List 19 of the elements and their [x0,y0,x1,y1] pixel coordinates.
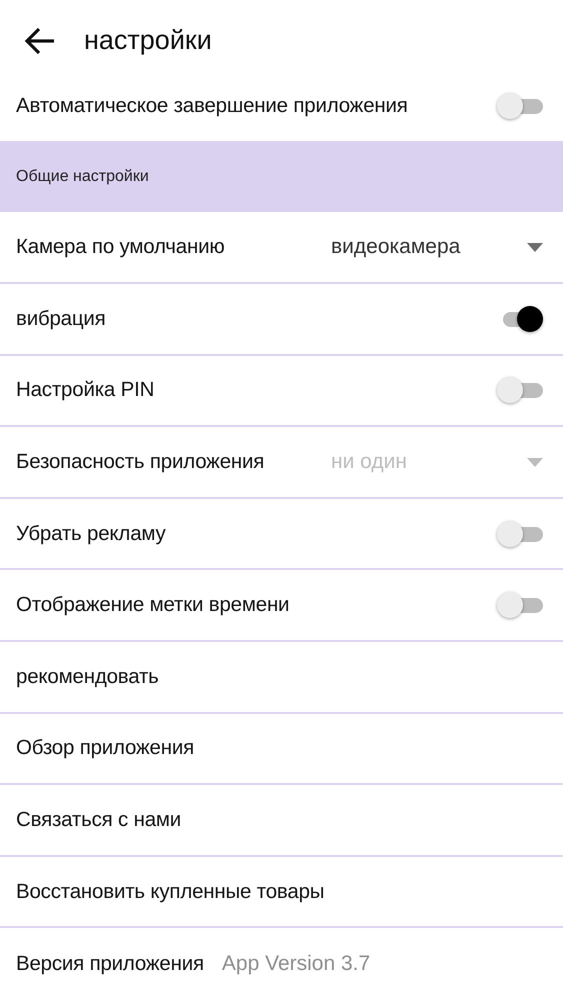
version-text: App Version 3.7 [222,952,370,976]
menu-item[interactable]: Восстановить купленные товары [16,880,324,904]
caret-icon [527,242,543,252]
setting-label: вибрация [16,306,106,331]
menu-item[interactable]: рекомендовать [16,664,159,689]
setting-label: Безопасность приложения [16,450,264,474]
setting-label: Настройка PIN [16,378,154,402]
setting-label: Автоматическое завершение приложения [16,94,408,118]
menu-item[interactable]: Связаться с нами [16,808,182,832]
caret-icon [527,458,543,467]
section-title: Общие настройки [16,168,149,186]
setting-label: Камера по умолчанию [16,235,225,260]
dropdown[interactable]: видеокамера [331,235,545,260]
page-title: настройки [84,25,212,56]
setting-label: Версия приложения [16,952,204,976]
back-arrow-icon [24,26,56,55]
setting-label: Убрать рекламу [16,522,166,546]
menu-item[interactable]: Обзор приложения [16,736,194,760]
setting-label: Отображение метки времени [16,593,290,618]
